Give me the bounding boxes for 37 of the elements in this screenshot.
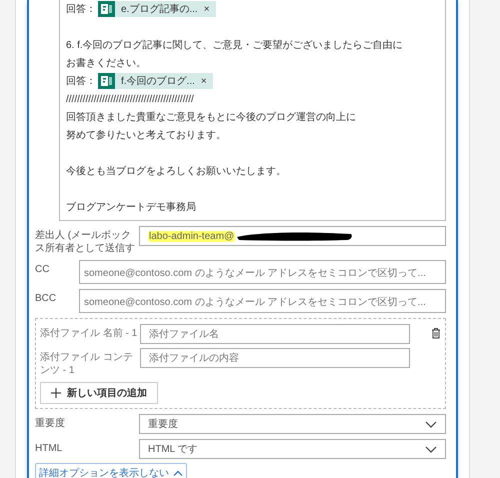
- body-editor[interactable]: [59, 0, 446, 221]
- remove-icon[interactable]: ×: [204, 4, 210, 14]
- body-text: ブログアンケートデモ事務局: [66, 200, 196, 214]
- hide-advanced-options-button[interactable]: 詳細オプションを表示しない: [35, 463, 187, 478]
- body-text: 6. f.今回のブログ記事に関して、ご意見・ご要望がございましたらご自由に: [66, 38, 403, 52]
- body-text: お書きください。: [66, 56, 146, 70]
- from-label: 差出人 (メールボックス所有者として送信す: [35, 228, 136, 255]
- answer-label: 回答：: [66, 75, 96, 88]
- forms-icon: [98, 73, 115, 89]
- email-text: labo-admin-team@: [148, 230, 236, 242]
- chevron-up-icon: [173, 470, 183, 476]
- chevron-down-icon: [425, 420, 437, 428]
- plus-icon: [51, 388, 61, 398]
- remove-icon[interactable]: ×: [200, 76, 207, 86]
- attachment-content-label: 添付ファイル コンテンツ - 1: [40, 351, 134, 377]
- attachment-name-field[interactable]: 添付ファイル名: [140, 324, 410, 344]
- from-field[interactable]: labo-admin-team@: [139, 226, 446, 246]
- cc-field[interactable]: someone@contoso.com のようなメール アドレスをセミコロンで区切って...: [79, 260, 446, 284]
- answer-label: 回答：: [66, 3, 96, 16]
- importance-dropdown[interactable]: 重要度: [139, 414, 446, 434]
- attachment-name-label: 添付ファイル 名前 - 1: [40, 327, 138, 340]
- attachment-content-field[interactable]: 添付ファイルの内容: [140, 348, 410, 368]
- body-text: 回答頂きました貴重なご意見をもとに今後のブログ運営の向上に: [66, 110, 356, 124]
- bcc-field[interactable]: someone@contoso.com のようなメール アドレスをセミコロンで区切って...: [79, 289, 446, 313]
- bcc-label: BCC: [35, 292, 58, 305]
- cc-label: CC: [35, 263, 50, 276]
- add-item-button[interactable]: 新しい項目の追加: [40, 382, 158, 404]
- html-dropdown[interactable]: HTML です: [139, 439, 446, 459]
- chevron-down-icon: [425, 446, 437, 452]
- importance-label: 重要度: [35, 416, 66, 430]
- body-text: 努めて参りたいと考えております。: [66, 128, 226, 142]
- attachment-chip[interactable]: e.ブログ記事の... ×: [98, 1, 216, 17]
- body-text: //////////////////////////////////////////////: [66, 94, 194, 104]
- body-text: 今後とも当ブログをよろしくお願いいたします。: [66, 164, 286, 178]
- attachment-chip[interactable]: f.今回のブログ... ×: [98, 73, 213, 89]
- trash-icon[interactable]: [431, 327, 441, 339]
- html-label: HTML: [35, 442, 64, 455]
